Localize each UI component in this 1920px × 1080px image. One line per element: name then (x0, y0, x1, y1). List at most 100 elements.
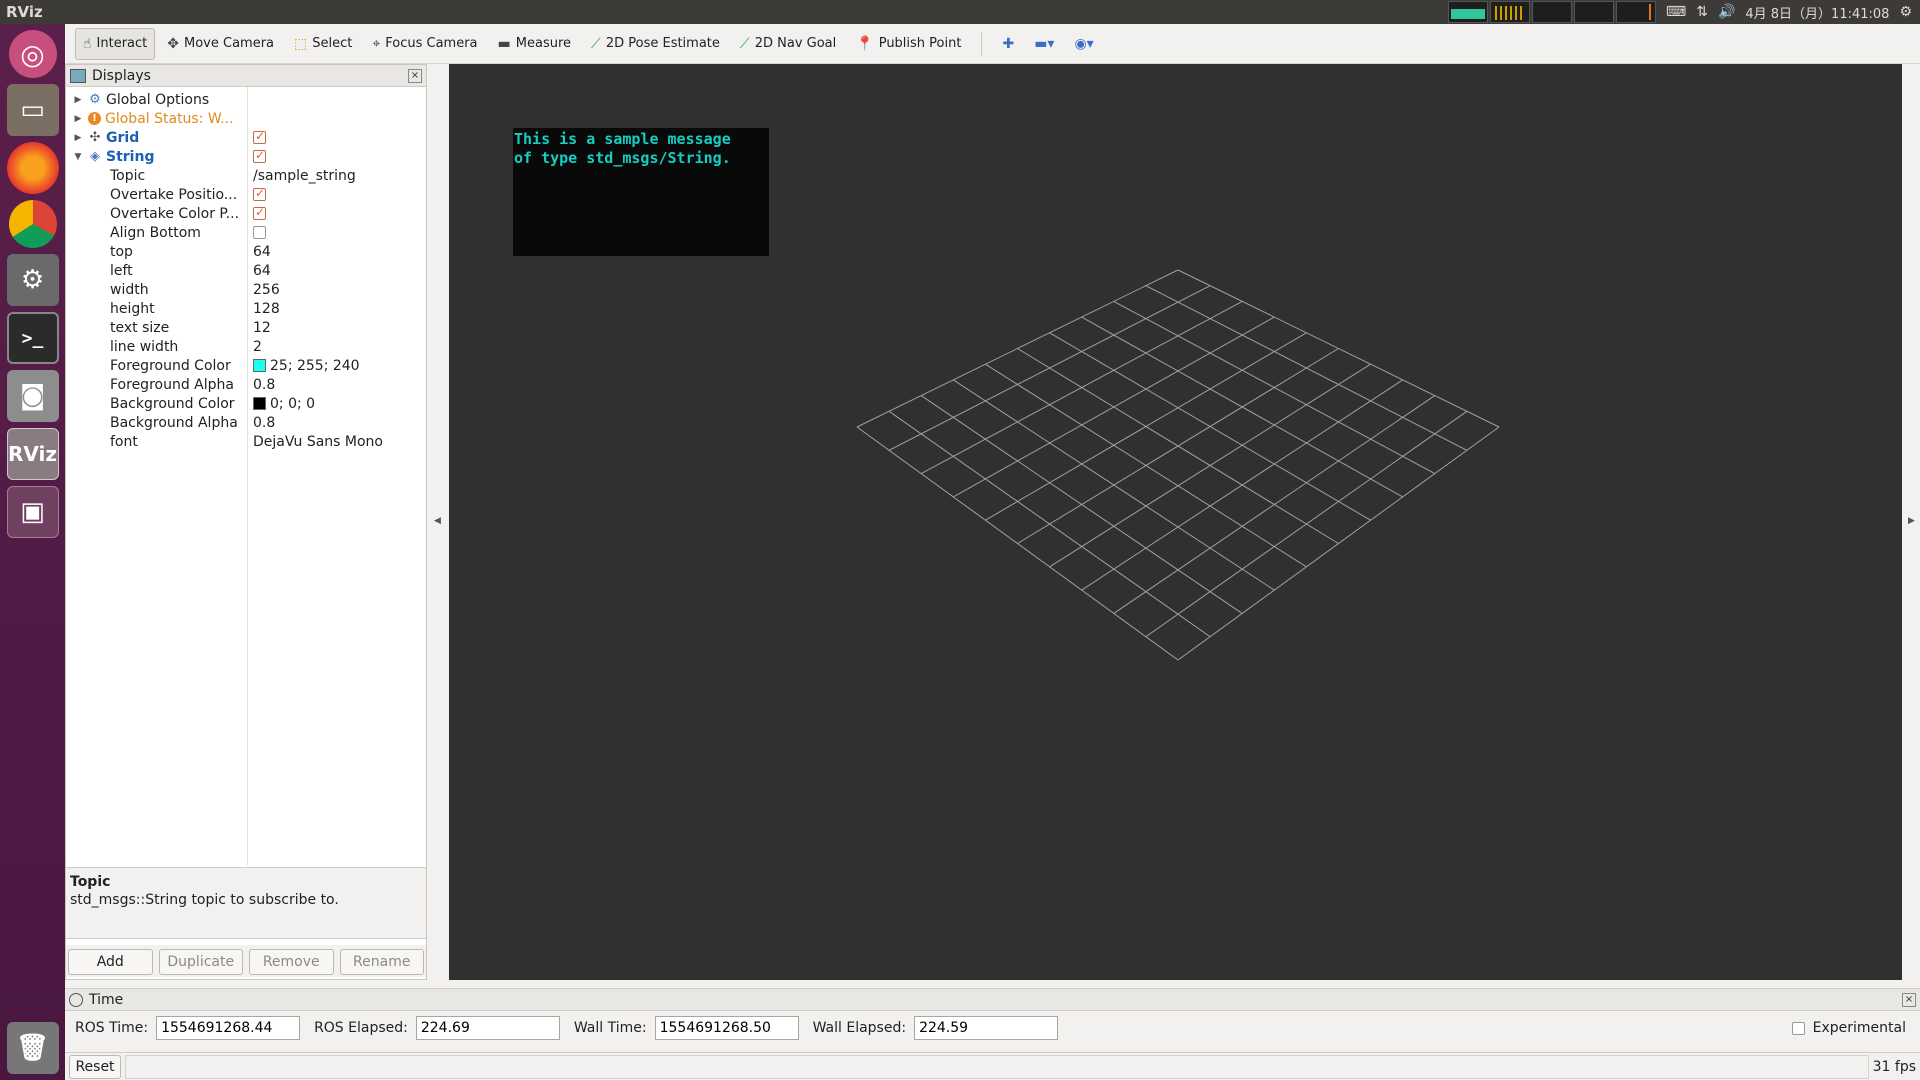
property-value[interactable]: 64 (253, 263, 271, 279)
collapse-left-icon[interactable]: ◀ (434, 516, 441, 526)
property-checkbox[interactable] (253, 205, 266, 220)
firefox-icon[interactable] (6, 142, 59, 194)
interact-tool[interactable]: ☝ Interact (75, 27, 156, 60)
camera-icon[interactable]: ◙ (6, 370, 59, 422)
property-row[interactable]: font DejaVu Sans Mono (66, 432, 426, 451)
add-button[interactable]: Add (68, 949, 153, 975)
pose-estimate-tool[interactable]: ⟋ 2D Pose Estimate (583, 28, 728, 60)
property-name: Foreground Color (110, 357, 231, 374)
wall-time-field[interactable] (654, 1016, 799, 1040)
ubuntu-icon[interactable]: ◎ (8, 30, 57, 78)
property-value[interactable]: 0; 0; 0 (270, 396, 315, 412)
property-value[interactable]: /sample_string (253, 168, 356, 184)
remove-tool-button[interactable]: ▬▾ (1026, 28, 1062, 60)
property-row[interactable]: width 256 (66, 280, 426, 299)
ros-time-field[interactable] (156, 1016, 301, 1040)
settings-icon[interactable]: ⚙ (6, 254, 59, 306)
property-name: text size (110, 319, 170, 336)
hand-icon: ☝ (83, 35, 92, 52)
expand-arrow-icon[interactable]: ▶ (72, 133, 84, 143)
collapse-arrow-icon[interactable]: ▼ (72, 152, 84, 162)
property-description: Topic std_msgs::String topic to subscrib… (66, 867, 426, 939)
property-name: Overtake Positio... (110, 186, 238, 203)
property-value[interactable]: 64 (253, 244, 271, 260)
property-row[interactable]: Foreground Color 25; 255; 240 (66, 356, 426, 375)
grid-label: Grid (106, 129, 140, 146)
tree-row-global-options[interactable]: ▶ ⚙ Global Options (66, 90, 426, 109)
panel-splitter[interactable]: ◀ (427, 64, 449, 980)
property-row[interactable]: Topic/sample_string (66, 166, 426, 185)
string-enabled-checkbox[interactable] (253, 148, 266, 163)
measure-tool[interactable]: ▬ Measure (490, 28, 579, 60)
property-row[interactable]: Background Color 0; 0; 0 (66, 394, 426, 413)
experimental-label: Experimental (1812, 1020, 1906, 1036)
property-value[interactable]: DejaVu Sans Mono (253, 434, 383, 450)
close-icon[interactable]: × (1902, 992, 1916, 1007)
map-pin-icon: 📍 (856, 35, 874, 52)
remove-button[interactable]: Remove (249, 949, 334, 975)
keyboard-icon[interactable]: ⌨ (1666, 4, 1686, 20)
files-icon[interactable]: ▭ (6, 84, 59, 136)
property-value[interactable]: 12 (253, 320, 271, 336)
property-checkbox[interactable] (253, 226, 266, 239)
grid-line (1081, 379, 1403, 591)
property-row[interactable]: Foreground Alpha 0.8 (66, 375, 426, 394)
property-row[interactable]: Align Bottom (66, 223, 426, 242)
network-icon[interactable]: ⇅ (1696, 4, 1708, 20)
collapse-right-icon[interactable]: ▶ (1908, 516, 1915, 526)
duplicate-button[interactable]: Duplicate (158, 949, 243, 975)
property-row[interactable]: Overtake Positio... (66, 185, 426, 204)
property-name: Align Bottom (110, 224, 201, 241)
rviz-icon[interactable]: RViz (6, 428, 59, 480)
grid-enabled-checkbox[interactable] (253, 129, 266, 144)
property-row[interactable]: height 128 (66, 299, 426, 318)
trash-icon[interactable]: 🗑 (6, 1022, 59, 1074)
move-camera-tool[interactable]: ✥ Move Camera (159, 28, 282, 60)
property-value[interactable]: 128 (253, 301, 280, 317)
property-value[interactable]: 0.8 (253, 377, 275, 393)
clock[interactable]: 4月 8日（月）11:41:08 (1745, 3, 1889, 22)
expand-arrow-icon[interactable]: ▶ (72, 95, 84, 105)
property-row[interactable]: line width 2 (66, 337, 426, 356)
view-options-button[interactable]: ◉▾ (1066, 28, 1101, 60)
power-gear-icon[interactable]: ⚙ (1899, 4, 1912, 20)
tree-row-grid[interactable]: ▶ ✣ Grid (66, 128, 426, 147)
system-monitor[interactable] (1447, 1, 1656, 23)
nav-goal-tool[interactable]: ⟋ 2D Nav Goal (732, 28, 844, 60)
chrome-icon[interactable] (8, 200, 57, 248)
terminal-icon[interactable]: >_ (6, 312, 59, 364)
property-row[interactable]: Background Alpha 0.8 (66, 413, 426, 432)
experimental-checkbox[interactable] (1791, 1021, 1805, 1035)
property-row[interactable]: text size 12 (66, 318, 426, 337)
property-row[interactable]: top 64 (66, 242, 426, 261)
close-icon[interactable]: × (408, 68, 422, 83)
property-row[interactable]: left 64 (66, 261, 426, 280)
property-value[interactable]: 2 (253, 339, 262, 355)
focus-camera-tool[interactable]: ⌖ Focus Camera (364, 28, 485, 60)
property-row[interactable]: Overtake Color P... (66, 204, 426, 223)
tree-row-global-status[interactable]: ▶ ! Global Status: W... (66, 109, 426, 128)
property-value[interactable]: 0.8 (253, 415, 275, 431)
grid-line (920, 395, 1243, 614)
color-swatch[interactable] (253, 397, 266, 410)
right-dock-splitter[interactable]: ▶ (1902, 64, 1920, 980)
tree-row-string[interactable]: ▼ ◈ String (66, 147, 426, 166)
clock-icon (69, 992, 83, 1007)
rename-button[interactable]: Rename (339, 949, 424, 975)
property-value[interactable]: 25; 255; 240 (270, 358, 360, 374)
workspaces-icon[interactable]: ▣ (6, 486, 59, 538)
select-tool[interactable]: ⬚ Select (286, 28, 360, 60)
expand-arrow-icon[interactable]: ▶ (72, 114, 84, 124)
property-checkbox[interactable] (253, 186, 266, 201)
publish-point-tool[interactable]: 📍 Publish Point (848, 28, 969, 60)
experimental-toggle[interactable]: Experimental (1791, 1020, 1906, 1036)
property-value[interactable]: 256 (253, 282, 280, 298)
wall-elapsed-field[interactable] (914, 1016, 1059, 1040)
reset-button[interactable]: Reset (69, 1054, 121, 1079)
fps-counter: 31 fps (1872, 1058, 1916, 1075)
volume-icon[interactable]: 🔊 (1718, 4, 1735, 20)
add-tool-button[interactable]: ✚ (994, 28, 1022, 60)
ros-elapsed-field[interactable] (415, 1016, 560, 1040)
3d-view[interactable]: This is a sample message of type std_msg… (449, 64, 1902, 980)
color-swatch[interactable] (253, 359, 266, 372)
